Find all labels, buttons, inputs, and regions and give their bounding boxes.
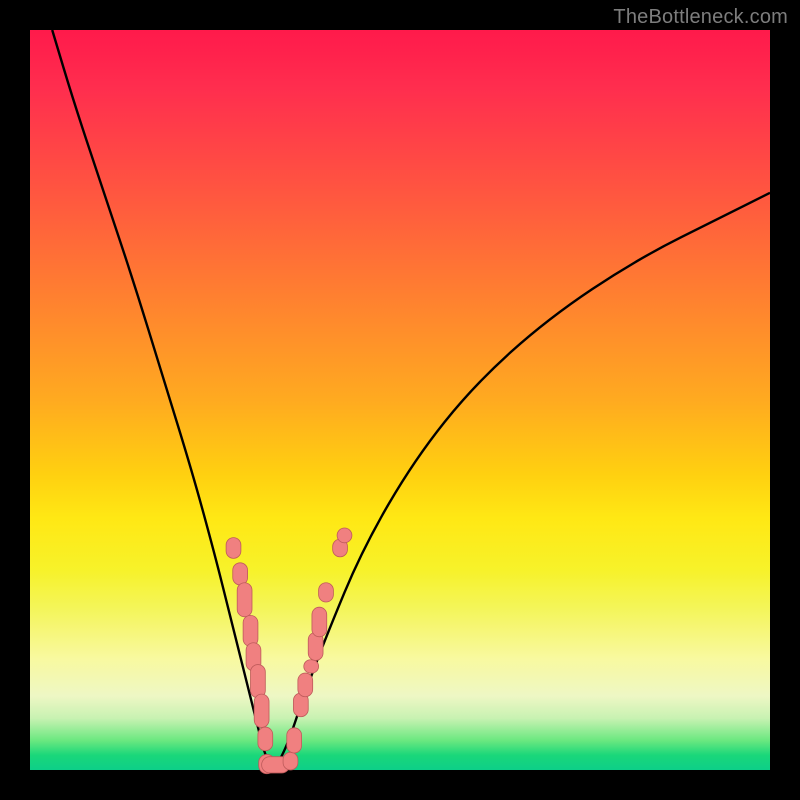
marker-point xyxy=(243,615,258,646)
marker-group xyxy=(226,528,352,774)
marker-point xyxy=(304,660,319,673)
marker-point xyxy=(287,728,302,753)
marker-point xyxy=(312,607,327,637)
chart-frame: TheBottleneck.com xyxy=(0,0,800,800)
watermark-label: TheBottleneck.com xyxy=(613,6,788,29)
marker-point xyxy=(258,727,273,751)
marker-point xyxy=(237,583,252,617)
marker-point xyxy=(319,583,334,602)
marker-point xyxy=(233,563,248,585)
plot-area xyxy=(30,30,770,770)
chart-svg xyxy=(30,30,770,770)
right-curve xyxy=(273,193,770,770)
marker-point xyxy=(283,752,298,770)
marker-point xyxy=(226,538,241,559)
left-curve xyxy=(52,30,273,770)
marker-point xyxy=(337,528,352,543)
marker-point xyxy=(254,694,269,727)
marker-point xyxy=(298,673,313,697)
marker-point xyxy=(251,665,266,698)
